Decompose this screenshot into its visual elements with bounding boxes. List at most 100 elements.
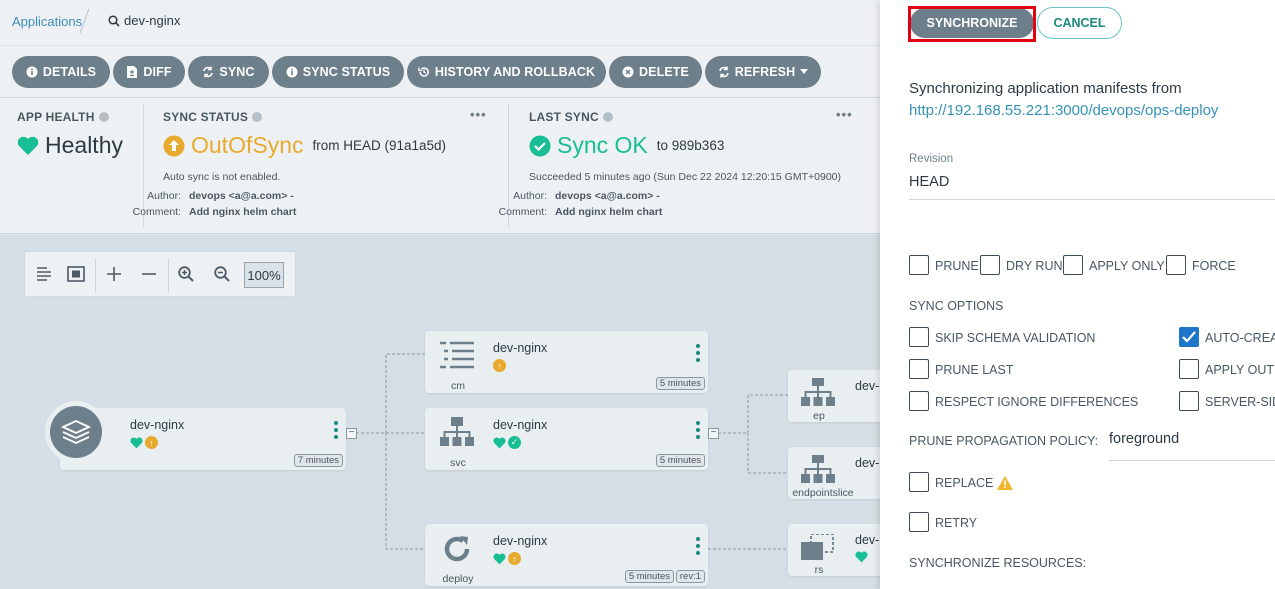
comment-label: Comment:	[132, 206, 181, 218]
fit-screen-icon[interactable]	[65, 263, 87, 285]
node-kind: ep	[813, 410, 825, 422]
delete-button-label: DELETE	[639, 65, 689, 79]
force-checkbox[interactable]	[1166, 255, 1186, 275]
last-sync-title: LAST SYNC	[529, 110, 613, 124]
info-icon	[286, 66, 298, 78]
sync-status-title-label: SYNC STATUS	[163, 110, 249, 124]
help-icon[interactable]	[602, 112, 613, 122]
author-value: devops <a@a.com> -	[555, 190, 660, 202]
node-status-icons: ↑	[493, 552, 521, 565]
zoom-out-icon[interactable]	[211, 263, 233, 285]
warning-icon	[997, 476, 1014, 490]
heart-icon	[17, 136, 39, 155]
details-button[interactable]: DETAILS	[12, 56, 110, 88]
heart-icon	[130, 437, 143, 448]
respect-ignore-differences-label: RESPECT IGNORE DIFFERENCES	[935, 395, 1139, 409]
comment-value: Add nginx helm chart	[555, 206, 663, 218]
collapse-toggle[interactable]: −	[346, 428, 357, 439]
last-sync-to: to 989b363	[656, 138, 725, 153]
sync-status-title: SYNC STATUS	[163, 110, 263, 124]
sync-status-menu-icon[interactable]: •••	[470, 107, 487, 122]
zoom-level[interactable]: 100%	[244, 262, 284, 288]
apply-only-checkbox[interactable]	[1063, 255, 1083, 275]
layers-icon	[50, 406, 102, 458]
service-icon	[440, 417, 474, 446]
server-side-apply-checkbox[interactable]	[1179, 391, 1199, 411]
prune-checkbox[interactable]	[909, 255, 929, 275]
revision-underline	[909, 199, 1275, 200]
prune-label: PRUNE	[935, 259, 979, 273]
check-circle-icon	[529, 135, 551, 156]
check-icon	[1182, 331, 1196, 343]
node-name: dev-nginx	[493, 341, 548, 355]
author-label: Author:	[147, 190, 181, 202]
plus-icon[interactable]	[103, 263, 125, 285]
delete-button[interactable]: DELETE	[609, 56, 702, 88]
kebab-menu-icon[interactable]	[696, 537, 700, 555]
collapse-toggle[interactable]: −	[708, 428, 719, 439]
cancel-button[interactable]: CANCEL	[1037, 7, 1122, 39]
retry-checkbox[interactable]	[909, 512, 929, 532]
file-diff-icon	[126, 66, 138, 78]
prune-last-label: PRUNE LAST	[935, 363, 1014, 377]
revision-input[interactable]: HEAD	[909, 174, 949, 190]
heart-icon	[493, 553, 506, 564]
breadcrumb-current[interactable]: dev-nginx	[108, 13, 180, 28]
kebab-menu-icon[interactable]	[334, 421, 338, 439]
diff-button-label: DIFF	[143, 65, 172, 79]
out-of-sync-icon: ↑	[508, 552, 521, 565]
resource-node-deploy[interactable]: deploy dev-nginx ↑ 5 minutes rev:1	[425, 524, 708, 586]
out-of-sync-icon: ↑	[145, 436, 158, 449]
app-health-status: Healthy	[17, 132, 123, 159]
auto-create-namespace-checkbox[interactable]	[1179, 327, 1199, 347]
delete-icon	[622, 66, 634, 78]
last-sync-menu-icon[interactable]: •••	[836, 107, 853, 122]
dry-run-checkbox[interactable]	[980, 255, 1000, 275]
respect-ignore-differences-checkbox[interactable]	[909, 391, 929, 411]
sync-button-label: SYNC	[219, 65, 255, 79]
diff-button[interactable]: DIFF	[113, 56, 185, 88]
sync-author-row: Author: devops <a@a.com> -	[125, 190, 294, 202]
help-icon[interactable]	[98, 112, 109, 122]
node-name: dev-	[855, 456, 880, 470]
sync-button[interactable]: SYNC	[188, 56, 269, 88]
app-health-title: APP HEALTH	[17, 110, 109, 124]
server-side-apply-label: SERVER-SID	[1205, 395, 1275, 409]
history-rollback-button[interactable]: HISTORY AND ROLLBACK	[407, 56, 606, 88]
caret-down-icon	[800, 69, 809, 74]
prune-propagation-policy-label: PRUNE PROPAGATION POLICY:	[909, 434, 1099, 448]
auto-create-namespace-label: AUTO-CREAT	[1205, 331, 1275, 345]
sync-status-from: from HEAD (91a1a5d)	[312, 138, 447, 153]
sync-status-button[interactable]: SYNC STATUS	[272, 56, 404, 88]
breadcrumb-applications-link[interactable]: Applications	[12, 14, 82, 29]
minus-icon[interactable]	[138, 263, 160, 285]
layout-list-icon[interactable]	[33, 263, 55, 285]
zoom-in-icon[interactable]	[175, 263, 197, 285]
revision-badge: rev:1	[675, 570, 705, 583]
node-name: dev-	[855, 533, 880, 547]
config-map-icon	[440, 341, 474, 369]
apply-out-of-sync-only-checkbox[interactable]	[1179, 359, 1199, 379]
resource-node-cm[interactable]: cm dev-nginx ↑ 5 minutes	[425, 331, 708, 393]
last-sync-note: Succeeded 5 minutes ago (Sun Dec 22 2024…	[529, 171, 841, 183]
top-bar: Applications dev-nginx	[0, 0, 880, 46]
comment-label: Comment:	[498, 206, 547, 218]
refresh-icon	[718, 66, 730, 78]
prune-last-checkbox[interactable]	[909, 359, 929, 379]
skip-schema-validation-checkbox[interactable]	[909, 327, 929, 347]
last-sync-status: Sync OK to 989b363	[529, 132, 724, 159]
age-badge: 7 minutes	[293, 454, 343, 467]
node-status-icons: ✓	[493, 436, 521, 449]
refresh-button[interactable]: REFRESH	[705, 56, 821, 88]
deployment-icon	[444, 536, 470, 562]
resource-node-svc[interactable]: svc dev-nginx ✓ 5 minutes	[425, 408, 708, 470]
skip-schema-validation-label: SKIP SCHEMA VALIDATION	[935, 331, 1096, 345]
search-icon	[108, 14, 120, 27]
repo-url-link[interactable]: http://192.168.55.221:3000/devops/ops-de…	[909, 100, 1218, 122]
help-icon[interactable]	[252, 112, 263, 122]
prune-propagation-policy-select[interactable]: foreground	[1109, 431, 1179, 447]
sync-status-status: OutOfSync from HEAD (91a1a5d)	[163, 132, 446, 159]
replace-checkbox[interactable]	[909, 472, 929, 492]
kebab-menu-icon[interactable]	[696, 421, 700, 439]
kebab-menu-icon[interactable]	[696, 344, 700, 362]
